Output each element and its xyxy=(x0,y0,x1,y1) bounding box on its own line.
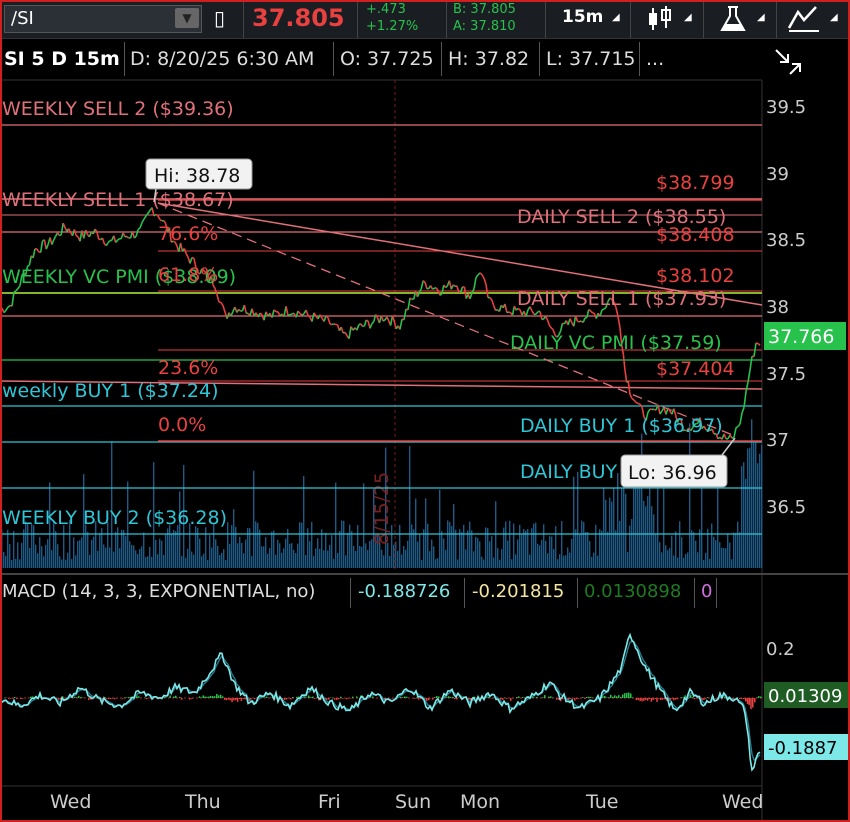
window-frame xyxy=(0,0,850,822)
